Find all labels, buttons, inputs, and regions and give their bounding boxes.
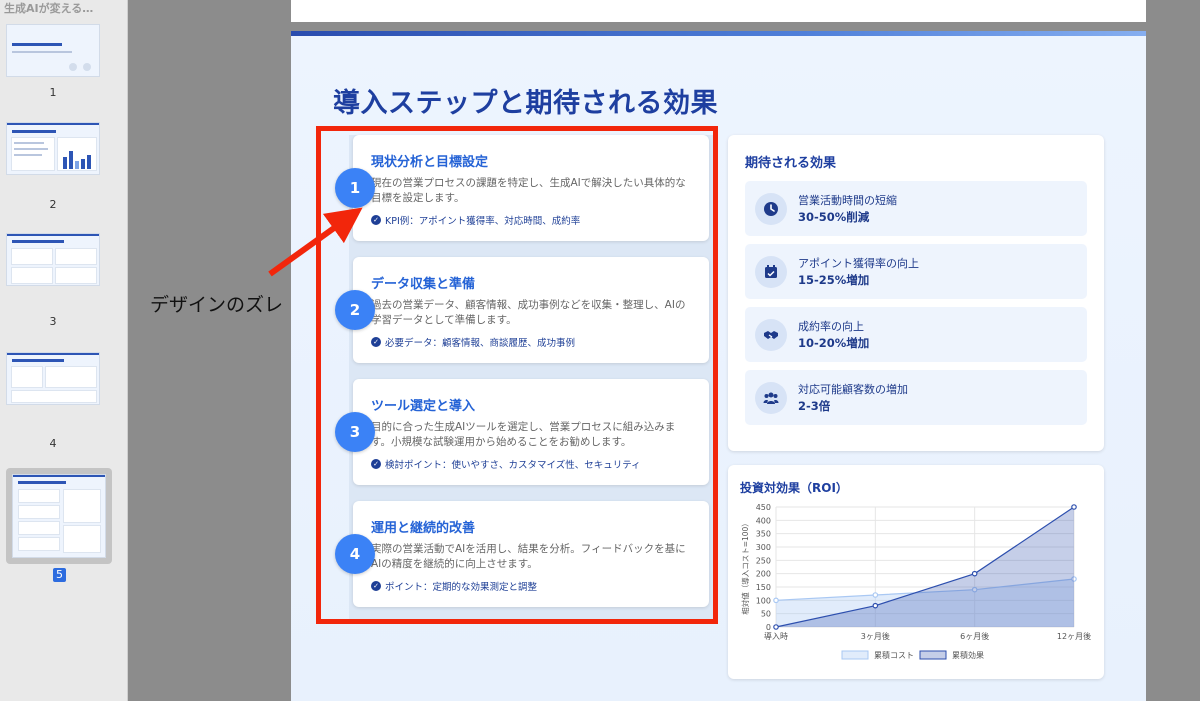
annotation-label: デザインのズレ	[150, 294, 284, 316]
x-tick-label: 6ヶ月後	[960, 631, 989, 641]
effect-label: 対応可能顧客数の増加	[798, 383, 908, 396]
y-tick-label: 400	[756, 516, 771, 525]
data-point	[971, 570, 978, 577]
slide-number-4: 4	[49, 437, 57, 450]
y-tick-label: 450	[756, 503, 771, 512]
y-axis-label: 相対値（導入コスト=100）	[740, 519, 750, 615]
slide-thumbnail-4[interactable]	[6, 352, 100, 405]
annotation-highlight-frame	[316, 126, 718, 624]
presentation-title: 生成AIが変える…	[4, 2, 94, 15]
clock-icon	[755, 193, 787, 225]
effect-label: アポイント獲得率の向上	[798, 257, 919, 270]
data-point	[872, 602, 879, 609]
slide-number-2: 2	[49, 198, 57, 211]
y-tick-label: 0	[766, 623, 771, 632]
y-tick-label: 250	[756, 556, 771, 565]
effect-value: 2-3倍	[798, 399, 831, 413]
data-point	[773, 624, 779, 630]
slide-thumbnail-1[interactable]	[6, 24, 100, 77]
y-tick-label: 200	[756, 570, 771, 579]
data-point	[1071, 504, 1077, 510]
legend-label: 累積コスト	[874, 650, 914, 660]
slide-thumbnail-2[interactable]	[6, 122, 100, 175]
effect-item: 営業活動時間の短縮 30-50%削減	[745, 181, 1087, 236]
slide-thumbnail-5[interactable]	[12, 474, 106, 558]
expected-effects-card[interactable]: 期待される効果 営業活動時間の短縮 30-50%削減 アポイント獲得率の向上 1…	[728, 135, 1104, 451]
users-icon	[755, 382, 787, 414]
legend-label: 累積効果	[952, 650, 984, 660]
effect-value: 10-20%増加	[798, 336, 870, 350]
handshake-icon	[755, 319, 787, 351]
y-tick-label: 300	[756, 543, 771, 552]
data-point	[872, 592, 879, 598]
x-tick-label: 導入時	[764, 631, 788, 641]
roi-chart: 0 50 100 150 200 250 300 350 400 450 導入時 3ヶ月後 6ヶ月後 12…	[740, 503, 1091, 660]
roi-title: 投資対効果（ROI）	[740, 481, 848, 495]
y-tick-label: 100	[756, 596, 771, 605]
effect-label: 成約率の向上	[798, 320, 864, 333]
slide-thumbnail-panel: 生成AIが変える… 1 2 3 4 5	[0, 0, 128, 701]
slide-number-1: 1	[49, 86, 57, 99]
effect-item: 対応可能顧客数の増加 2-3倍	[745, 370, 1087, 425]
slide-header-bar	[291, 31, 1146, 36]
slide-thumbnail-3[interactable]	[6, 233, 100, 286]
x-tick-label: 12ヶ月後	[1057, 631, 1091, 641]
effect-label: 営業活動時間の短縮	[798, 194, 897, 207]
y-tick-label: 350	[756, 530, 771, 539]
previous-slide-edge	[291, 0, 1146, 22]
legend-swatch	[841, 650, 869, 660]
effect-value: 30-50%削減	[798, 210, 870, 224]
effect-item: アポイント獲得率の向上 15-25%増加	[745, 244, 1087, 299]
effect-item: 成約率の向上 10-20%増加	[745, 307, 1087, 362]
calendar-check-icon	[755, 256, 787, 288]
effect-value: 15-25%増加	[798, 273, 870, 287]
legend-swatch	[919, 650, 947, 660]
y-tick-label: 50	[761, 610, 771, 619]
data-point	[773, 597, 779, 604]
slide-title[interactable]: 導入ステップと期待される効果	[333, 81, 718, 120]
effects-title: 期待される効果	[745, 156, 837, 171]
x-tick-label: 3ヶ月後	[861, 631, 890, 641]
slide-number-3: 3	[49, 315, 57, 328]
slide-number-5: 5	[53, 568, 66, 582]
roi-chart-card[interactable]: 投資対効果（ROI） 0 50 100 150 200 250 300 350 400 450 導入…	[728, 465, 1104, 679]
y-tick-label: 150	[756, 583, 771, 592]
